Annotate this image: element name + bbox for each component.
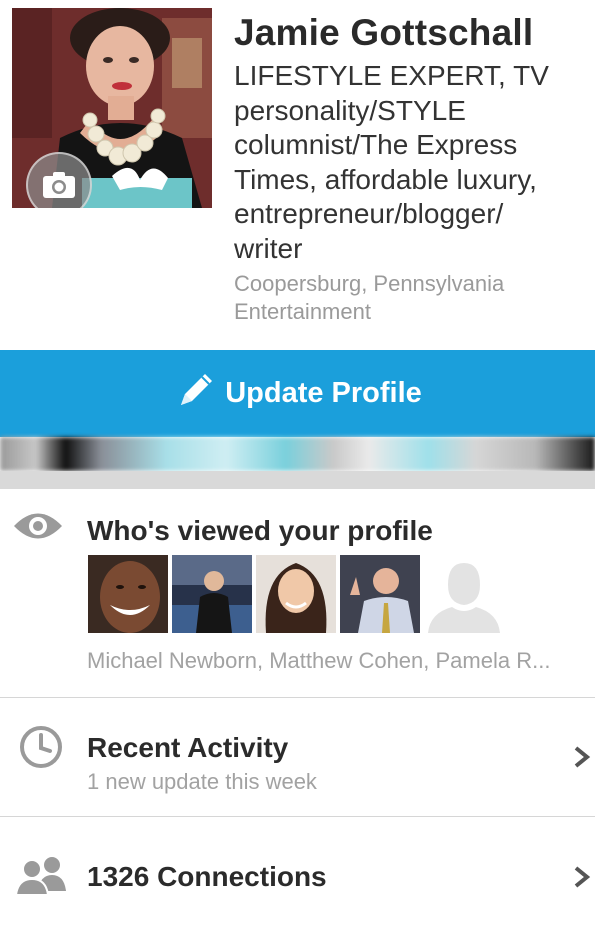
connections-row[interactable]: 1326 Connections bbox=[0, 817, 595, 927]
update-profile-label: Update Profile bbox=[225, 377, 422, 409]
viewer-avatar[interactable] bbox=[88, 555, 168, 633]
pencil-icon bbox=[181, 373, 213, 405]
recent-activity-row[interactable]: Recent Activity 1 new update this week bbox=[0, 698, 595, 817]
update-profile-button[interactable]: Update Profile bbox=[0, 350, 595, 437]
profile-location: Coopersburg, Pennsylvania bbox=[234, 271, 505, 296]
connections-title: 1326 Connections bbox=[87, 861, 327, 892]
whos-viewed-card[interactable]: Who's viewed your profile Michael Newbor… bbox=[0, 489, 595, 698]
chevron-right-icon bbox=[574, 866, 591, 888]
profile-header: Jamie Gottschall LIFESTYLE EXPERT, TV pe… bbox=[0, 0, 595, 350]
viewer-avatar[interactable] bbox=[340, 555, 420, 633]
whos-viewed-title: Who's viewed your profile bbox=[87, 515, 433, 546]
section-divider bbox=[0, 471, 595, 489]
eye-icon bbox=[14, 513, 62, 539]
viewer-avatar[interactable] bbox=[172, 555, 252, 633]
profile-industry: Entertainment bbox=[234, 299, 371, 324]
viewer-avatar[interactable] bbox=[256, 555, 336, 633]
profile-name: Jamie Gottschall bbox=[234, 12, 534, 53]
viewer-avatars bbox=[88, 555, 504, 633]
background-image-strip bbox=[0, 437, 595, 471]
recent-activity-title: Recent Activity bbox=[87, 732, 289, 763]
people-icon bbox=[16, 857, 66, 895]
recent-activity-subtitle: 1 new update this week bbox=[87, 769, 317, 794]
profile-photo[interactable] bbox=[12, 8, 212, 208]
viewer-avatar-placeholder[interactable] bbox=[424, 555, 504, 633]
camera-icon bbox=[43, 172, 75, 198]
viewer-names: Michael Newborn, Matthew Cohen, Pamela R… bbox=[87, 648, 551, 673]
clock-icon bbox=[20, 726, 62, 768]
chevron-right-icon bbox=[574, 746, 591, 768]
profile-headline: LIFESTYLE EXPERT, TV personality/STYLE c… bbox=[234, 60, 549, 264]
